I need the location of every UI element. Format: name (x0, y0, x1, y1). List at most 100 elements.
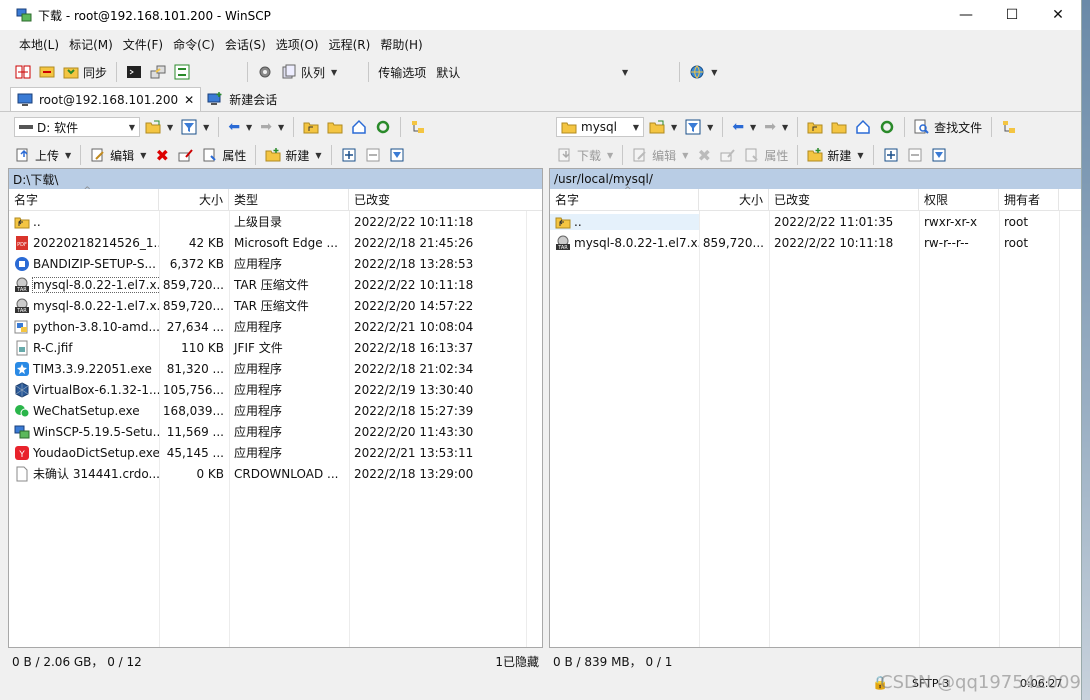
table-row[interactable]: .. 上级目录 2022/2/22 10:11:18 (9, 211, 542, 232)
col-type[interactable]: 类型 (229, 188, 349, 211)
right-unselect-button[interactable] (904, 143, 926, 167)
file-size: 81,320 ... (166, 361, 224, 376)
right-filter-button[interactable]: ▼ (682, 115, 716, 139)
close-button[interactable]: ✕ (1035, 0, 1081, 30)
col-changed[interactable]: 已改变 (769, 188, 919, 211)
table-row[interactable]: .. 2022/2/22 11:01:35 rwxr-xr-x root (550, 211, 1081, 232)
remote-pane[interactable]: /usr/local/mysql/ 名字 ^ 大小 已改变 权限 拥有者 .. 2… (549, 168, 1081, 648)
right-tree-button[interactable] (998, 115, 1020, 139)
table-row[interactable]: Y YoudaoDictSetup.exe 45,145 ... 应用程序 202… (9, 442, 542, 463)
table-row[interactable]: 未确认 314441.crdo... 0 KB CRDOWNLOAD ... 2… (9, 463, 542, 484)
col-permissions[interactable]: 权限 (919, 188, 999, 211)
col-changed[interactable]: 已改变 (349, 189, 542, 211)
left-edit-button[interactable]: 编辑 ▼ (87, 143, 149, 167)
left-parent-dir-button[interactable] (300, 115, 322, 139)
table-row[interactable]: WinSCP-5.19.5-Setu... 11,569 ... 应用程序 20… (9, 421, 542, 442)
left-invert-select-button[interactable] (386, 143, 408, 167)
upload-button[interactable]: 上传 ▼ (12, 143, 74, 167)
menu-options[interactable]: 选项(O) (271, 36, 324, 53)
compare-dirs-button[interactable] (12, 60, 34, 84)
close-tab-icon[interactable]: ✕ (184, 93, 194, 107)
open-terminal-button[interactable] (123, 60, 145, 84)
queue-label: 队列 (301, 65, 326, 80)
arrow-right-icon: ➡ (260, 119, 272, 135)
left-rename-button[interactable] (175, 143, 197, 167)
table-row[interactable]: BANDIZIP-SETUP-S... 6,372 KB 应用程序 2022/2… (9, 253, 542, 274)
left-forward-button[interactable]: ➡ ▼ (257, 115, 287, 139)
table-row[interactable]: TIM3.3.9.22051.exe 81,320 ... 应用程序 2022/… (9, 358, 542, 379)
transfer-settings-select[interactable]: 默认 ▼ (431, 62, 633, 82)
right-rename-button[interactable] (717, 143, 739, 167)
menu-file[interactable]: 文件(F) (118, 36, 168, 53)
col-size[interactable]: 大小 (159, 188, 229, 211)
file-changed: 2022/2/22 10:11:18 (354, 277, 474, 292)
left-delete-button[interactable]: ✖ (151, 143, 173, 167)
right-new-button[interactable]: 新建 ▼ (804, 143, 866, 167)
menu-remote[interactable]: 远程(R) (324, 36, 376, 53)
menu-session[interactable]: 会话(S) (220, 36, 271, 53)
right-open-folder-button[interactable]: ▼ (646, 115, 680, 139)
right-select-all-button[interactable] (880, 143, 902, 167)
minimize-button[interactable]: — (943, 0, 989, 30)
left-properties-button[interactable]: 属性 (199, 143, 249, 167)
maximize-button[interactable]: ☐ (989, 0, 1035, 30)
right-refresh-button[interactable] (876, 115, 898, 139)
table-row[interactable]: PDF 20220218214526_1... 42 KB Microsoft E… (9, 232, 542, 253)
right-root-dir-button[interactable] (828, 115, 850, 139)
preferences-button[interactable] (254, 60, 276, 84)
table-row[interactable]: WeChatSetup.exe 168,039... 应用程序 2022/2/1… (9, 400, 542, 421)
left-unselect-button[interactable] (362, 143, 384, 167)
table-row[interactable]: VirtualBox-6.1.32-1... 105,756... 应用程序 2… (9, 379, 542, 400)
right-properties-button[interactable]: 属性 (741, 143, 791, 167)
table-row[interactable]: TAR mysql-8.0.22-1.el7.x... 859,720... TA… (9, 295, 542, 316)
local-drive-select[interactable]: D: 软件 ▼ (14, 117, 140, 137)
left-back-button[interactable]: ⬅ ▼ (225, 115, 255, 139)
left-filter-button[interactable]: ▼ (178, 115, 212, 139)
menu-mark[interactable]: 标记(M) (64, 36, 118, 53)
menu-help[interactable]: 帮助(H) (375, 36, 427, 53)
file-name: WinSCP-5.19.5-Setu... (9, 424, 159, 440)
session-manager-button[interactable] (171, 60, 193, 84)
file-changed: 2022/2/22 10:11:18 (354, 214, 474, 229)
queue-button[interactable]: 队列 ▼ (278, 60, 340, 84)
table-row[interactable]: python-3.8.10-amd... 27,634 ... 应用程序 202… (9, 316, 542, 337)
col-size[interactable]: 大小 (699, 188, 769, 211)
left-new-button[interactable]: 新建 ▼ (262, 143, 324, 167)
right-delete-button[interactable]: ✖ (693, 143, 715, 167)
tab-new-session[interactable]: 新建会话 (201, 87, 283, 111)
right-home-button[interactable] (852, 115, 874, 139)
table-row[interactable]: TAR mysql-8.0.22-1.el7.x... 859,720... 20… (550, 232, 1081, 253)
left-root-dir-button[interactable] (324, 115, 346, 139)
putty-button[interactable] (147, 60, 169, 84)
left-open-folder-button[interactable]: ▼ (142, 115, 176, 139)
left-refresh-button[interactable] (372, 115, 394, 139)
file-changed: 2022/2/22 10:11:18 (774, 235, 894, 250)
right-edit-button[interactable]: 编辑 ▼ (629, 143, 691, 167)
file-type: 应用程序 (234, 446, 283, 460)
right-parent-dir-button[interactable] (804, 115, 826, 139)
right-back-button[interactable]: ⬅ ▼ (729, 115, 759, 139)
filter-icon (181, 119, 197, 135)
network-status-button[interactable]: ▼ (686, 60, 720, 84)
left-home-button[interactable] (348, 115, 370, 139)
left-select-all-button[interactable] (338, 143, 360, 167)
table-row[interactable]: R-C.jfif 110 KB JFIF 文件 2022/2/18 16:13:… (9, 337, 542, 358)
find-files-button[interactable]: 查找文件 (911, 115, 985, 139)
remote-dir-select[interactable]: mysql ▼ (556, 117, 644, 137)
title-bar: 下载 - root@192.168.101.200 - WinSCP — ☐ ✕ (0, 0, 1081, 30)
right-forward-button[interactable]: ➡ ▼ (761, 115, 791, 139)
tab-session-root[interactable]: root@192.168.101.200 ✕ (10, 87, 202, 111)
table-row[interactable]: TAR mysql-8.0.22-1.el7.x... 859,720... TA… (9, 274, 542, 295)
menu-local[interactable]: 本地(L) (14, 36, 64, 53)
local-pane[interactable]: D:\下载\ 名字 ^ 大小 类型 已改变 .. 上级目录 2022/2/22 1… (8, 168, 543, 648)
menu-commands[interactable]: 命令(C) (168, 36, 220, 53)
col-name[interactable]: 名字 ^ (9, 186, 159, 211)
col-owner[interactable]: 拥有者 (999, 188, 1059, 211)
left-tree-button[interactable] (407, 115, 429, 139)
synchronize-button[interactable]: 同步 (60, 60, 110, 84)
col-name[interactable]: 名字 ^ (550, 186, 699, 211)
synchronize-browse-button[interactable] (36, 60, 58, 84)
column-divider (919, 211, 920, 647)
download-button[interactable]: 下载 ▼ (554, 143, 616, 167)
right-invert-select-button[interactable] (928, 143, 950, 167)
